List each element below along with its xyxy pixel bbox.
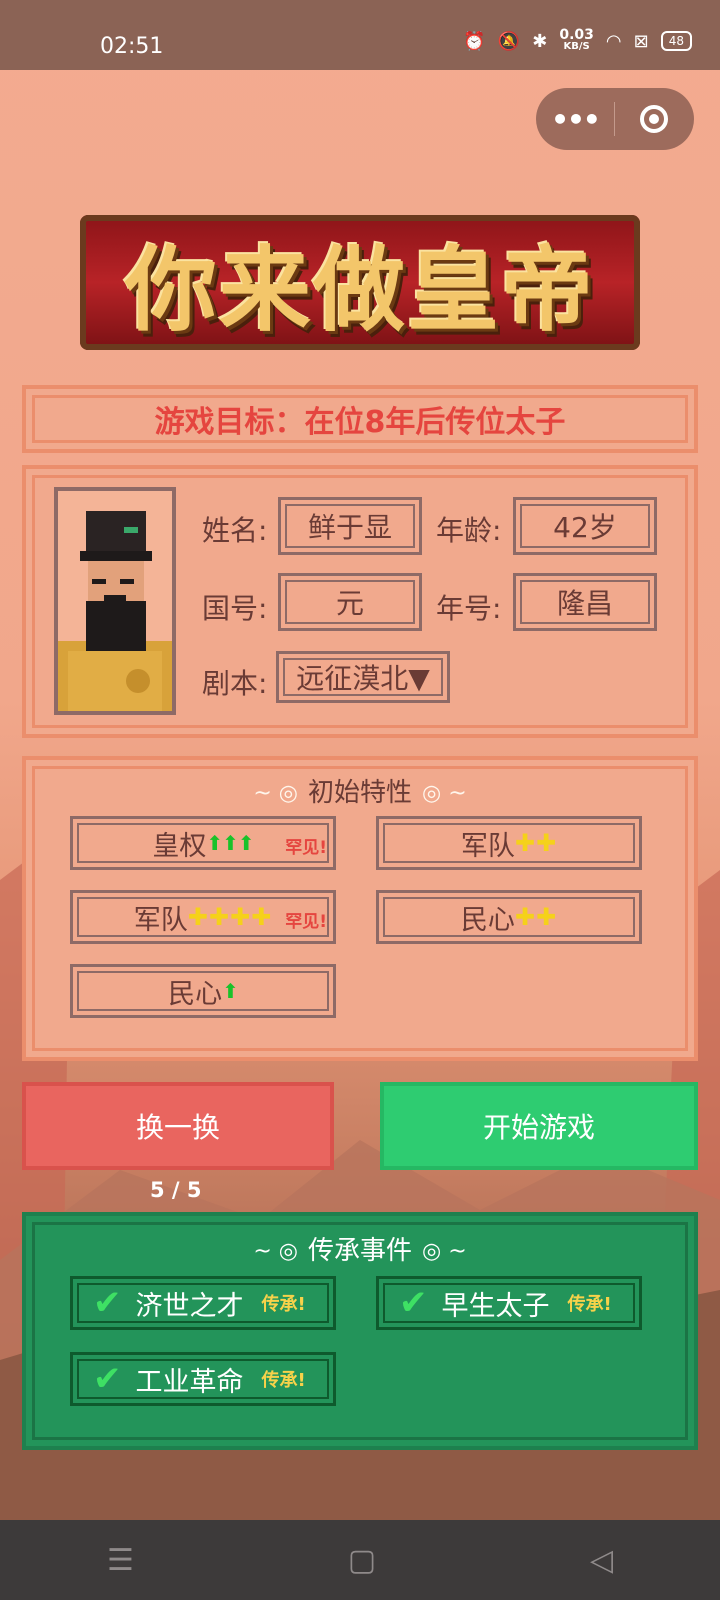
checkmark-icon: ✔ <box>93 1359 122 1399</box>
alarm-icon: ⏰ <box>463 30 486 52</box>
trait-plus-icon: ✚✚ <box>514 903 558 931</box>
home-icon[interactable]: ▢ <box>348 1543 376 1578</box>
status-bar: 02:51 ⏰ 🔕 ✱ 0.03 KB/S ◠ ⊠ 48 <box>0 0 720 70</box>
inherit-tag: 传承! <box>261 1294 306 1315</box>
start-game-button[interactable]: 开始游戏 <box>380 1082 698 1170</box>
cloud-ornament-left-icon: ~ ◎ <box>253 781 298 806</box>
trait-up-arrows-icon: ⬆ <box>222 979 239 1003</box>
traits-header: ~ ◎ 初始特性 ◎ ~ <box>26 772 694 809</box>
trait-plus-icon: ✚✚ <box>514 829 558 857</box>
net-speed: 0.03 KB/S <box>559 27 594 52</box>
wifi-icon: ◠ <box>605 30 622 52</box>
mute-icon: 🔕 <box>497 30 521 52</box>
checkmark-icon: ✔ <box>399 1283 428 1323</box>
checkmark-icon: ✔ <box>93 1283 122 1323</box>
menu-icon[interactable]: ☰ <box>107 1543 134 1578</box>
trait-item: 民心 ✚✚ <box>376 890 642 944</box>
inherit-title: 传承事件 <box>307 1236 412 1266</box>
trait-item: 民心 ⬆ <box>70 964 336 1018</box>
shuffle-count: 5 / 5 <box>150 1178 202 1202</box>
rare-tag: 罕见! <box>285 838 327 858</box>
script-label: 剧本: <box>202 667 268 700</box>
cloud-ornament-right-icon: ◎ ~ <box>422 1239 467 1264</box>
back-icon[interactable]: ◁ <box>590 1543 613 1578</box>
inherit-tag: 传承! <box>567 1294 612 1315</box>
inheritance-events-panel: ~ ◎ 传承事件 ◎ ~ ✔ 济世之才 传承! ✔ 早生太子 传承! ✔ 工业革命 传承! <box>22 1212 698 1450</box>
emperor-portrait <box>54 487 176 715</box>
cloud-ornament-right-icon: ◎ ~ <box>422 781 467 806</box>
country-label: 国号: <box>202 592 268 625</box>
trait-item: 军队 ✚✚ <box>376 816 642 870</box>
trait-item: 军队 ✚✚✚✚ 罕见! <box>70 890 336 944</box>
age-label: 年龄: <box>436 514 502 547</box>
trait-item: 皇权 ⬆⬆⬆ 罕见! <box>70 816 336 870</box>
more-options-icon[interactable]: ••• <box>536 103 614 136</box>
rare-tag: 罕见! <box>285 912 327 932</box>
traits-title: 初始特性 <box>307 778 412 808</box>
battery-indicator: 48 <box>660 31 692 51</box>
shuffle-button[interactable]: 换一换 <box>22 1082 334 1170</box>
trait-plus-icon: ✚✚✚✚ <box>187 903 273 931</box>
close-miniprogram-icon[interactable] <box>615 105 693 133</box>
inherit-item: ✔ 早生太子 传承! <box>376 1276 642 1330</box>
miniprogram-capsule: ••• <box>536 88 694 150</box>
inherit-item: ✔ 济世之才 传承! <box>70 1276 336 1330</box>
status-time: 02:51 <box>100 34 164 59</box>
name-field: 鲜于显 <box>278 497 422 555</box>
trait-up-arrows-icon: ⬆⬆⬆ <box>206 831 254 855</box>
sim-icon: ⊠ <box>633 30 649 52</box>
system-nav-bar: ☰ ▢ ◁ <box>0 1520 720 1600</box>
age-field: 42岁 <box>513 497 657 555</box>
goal-text: 游戏目标：在位8年后传位太子 <box>154 405 566 440</box>
game-title-logo: 你来做皇帝 <box>80 215 640 350</box>
era-field: 隆昌 <box>513 573 657 631</box>
country-field: 元 <box>278 573 422 631</box>
goal-banner: 游戏目标：在位8年后传位太子 <box>22 385 698 453</box>
emperor-profile-panel: 姓名: 鲜于显 年龄: 42岁 国号: 元 年号: 隆昌 剧本: 远征漠北▼ <box>22 465 698 738</box>
era-label: 年号: <box>436 592 502 625</box>
cloud-ornament-left-icon: ~ ◎ <box>253 1239 298 1264</box>
inherit-header: ~ ◎ 传承事件 ◎ ~ <box>26 1230 694 1267</box>
initial-traits-panel: ~ ◎ 初始特性 ◎ ~ 皇权 ⬆⬆⬆ 罕见! 军队 ✚✚ 军队 ✚✚✚✚ 罕见! 民心 ✚✚ … <box>22 756 698 1061</box>
inherit-tag: 传承! <box>261 1370 306 1391</box>
inherit-item: ✔ 工业革命 传承! <box>70 1352 336 1406</box>
script-select[interactable]: 远征漠北▼ <box>276 651 450 703</box>
name-label: 姓名: <box>202 514 268 547</box>
bluetooth-icon: ✱ <box>532 30 548 52</box>
